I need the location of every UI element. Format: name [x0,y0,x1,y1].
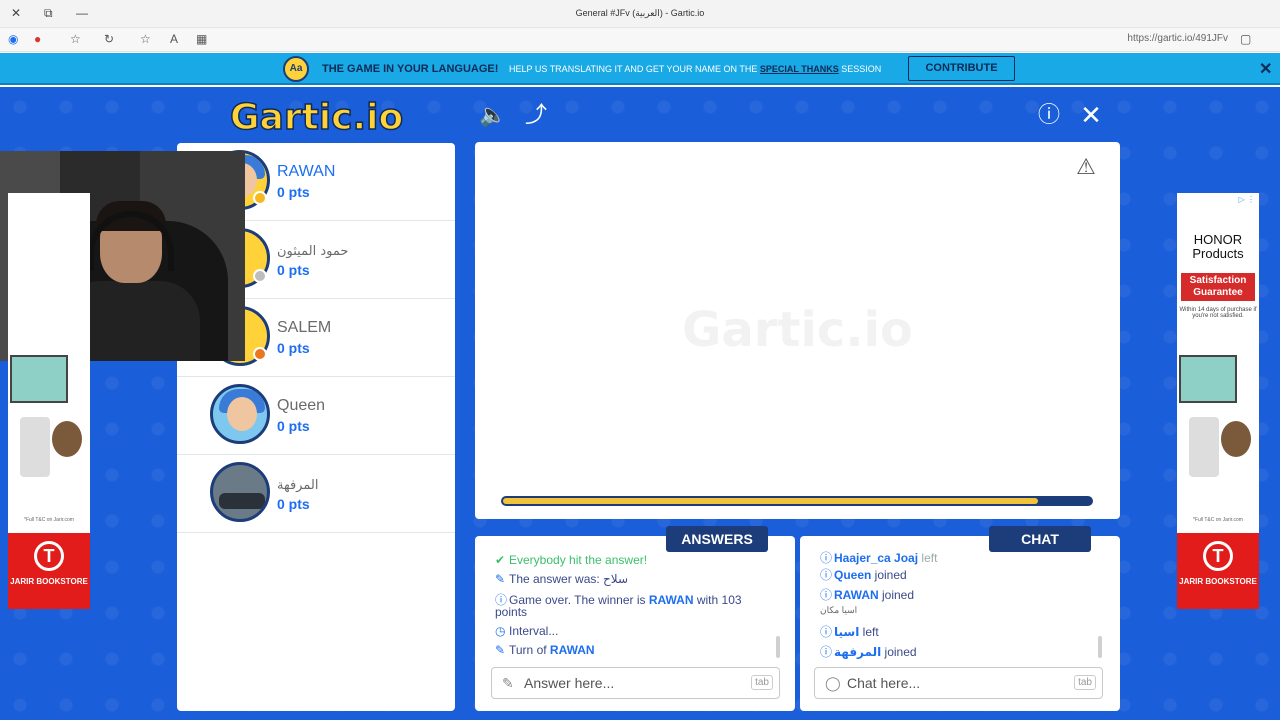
player-status-dot [253,269,267,283]
timer-fill [503,498,1038,504]
left-ad[interactable]: *Full T&C on Jarir.com T JARIR BOOKSTORE [8,193,90,609]
clock-icon: ◷ [495,624,506,638]
chat-bubble-icon: ◯ [825,675,841,691]
avatar [210,384,270,444]
answers-tab: ANSWERS [666,526,768,552]
phone-image [20,417,50,477]
player-name: المرفهة [277,478,319,493]
chat-message: ⓘ Queen joined [820,568,907,582]
player-points: 0 pts [277,262,310,278]
chat-scrollbar[interactable] [1098,636,1102,658]
language-badge-icon: Aa [283,56,309,82]
player-status-dot [253,191,267,205]
watch-image [52,421,82,457]
info-icon[interactable]: ⓘ [1035,101,1063,129]
pencil-icon: ✎ [495,643,506,657]
chat-message: ⓘ RAWAN joined [820,588,915,602]
edge-icon[interactable]: ◉ [8,32,18,46]
grid-icon[interactable]: ▦ [196,32,207,46]
translation-banner: Aa THE GAME IN YOUR LANGUAGE! HELP US TR… [0,53,1280,85]
answer-message: points [495,605,528,619]
bookmark-icon[interactable]: ☆ [140,32,151,46]
answer-message: ✎ Turn of RAWAN [495,643,595,657]
gartic-logo[interactable]: Gartic.io [229,96,404,139]
laptop-image [10,355,68,403]
window-title: General #JFv (العربية) - Gartic.io [575,8,705,18]
game-area: Gartic.io 🔈 ⤴ ⓘ ✕ RAWAN 0 pts حمود الميث… [0,87,1280,720]
answer-input[interactable] [524,672,724,694]
player-points: 0 pts [277,496,310,512]
jarir-logo: T JARIR BOOKSTORE [1177,533,1259,609]
close-game-icon[interactable]: ✕ [1077,101,1105,129]
avatar [210,462,270,522]
special-thanks-link[interactable]: SPECIAL THANKS [760,64,839,74]
pencil-icon: ✎ [502,675,514,691]
chat-input-box[interactable]: ◯ tab [814,667,1103,699]
player-name: حمود الميثون [277,244,349,259]
favorites-icon[interactable]: ☆ [70,32,81,46]
answer-input-box[interactable]: ✎ tab [491,667,780,699]
read-aloud-icon[interactable]: A [170,32,178,46]
info-icon: ⓘ [820,625,833,639]
contribute-button[interactable]: CONTRIBUTE [908,56,1015,81]
tab-key-hint: tab [1074,675,1096,690]
ad-fineprint: *Full T&C on Jarir.com [1193,517,1243,523]
adchoices-icon[interactable]: ▷ ⋮ [1239,195,1255,204]
player-name: Queen [277,397,326,414]
canvas-watermark: Gartic.io [682,302,913,358]
browser-titlebar: ✕ ⧉ — General #JFv (العربية) - Gartic.io [0,0,1280,28]
drawing-canvas[interactable]: Gartic.io ⚠ [475,142,1120,519]
chat-message: ⓘ اسيا left [820,625,879,639]
ad-fineprint: *Full T&C on Jarir.com [24,517,74,523]
chat-message: اسيا مكان [820,605,858,615]
info-icon: ⓘ [820,568,833,582]
player-row[interactable]: Queen 0 pts [177,377,455,455]
round-timer-bar [501,496,1093,506]
answer-message: ◷ Interval... [495,624,559,638]
answer-message: ⓘ Game over. The winner is RAWAN with 103 [495,593,742,607]
chat-message: ⓘ Haajer_ca Joaj left [820,551,938,565]
report-warning-icon[interactable]: ⚠ [1073,154,1099,180]
chat-tab: CHAT [989,526,1091,552]
answer-message: ✔ Everybody hit the answer! [495,553,648,567]
watch-image [1221,421,1251,457]
extension-icon[interactable]: ● [34,32,41,46]
info-icon: ⓘ [820,645,833,659]
phone-image [1189,417,1219,477]
right-ad[interactable]: ▷ ⋮ HONOR Products Satisfaction Guarantee… [1177,193,1259,609]
answers-panel: ANSWERS ✔ Everybody hit the answer! ✎ The … [475,526,795,711]
answer-message: ✎ The answer was: سلاح [495,572,629,586]
player-points: 0 pts [277,418,310,434]
address-bar[interactable]: https://gartic.io/491JFv [1127,33,1228,44]
answers-scrollbar[interactable] [776,636,780,658]
share-icon[interactable]: ⤴ [522,101,550,129]
player-points: 0 pts [277,340,310,356]
player-row[interactable]: المرفهة 0 pts [177,455,455,533]
guarantee-badge: Satisfaction Guarantee [1181,273,1255,301]
browser-toolbar: ◉ ● ☆ ↻ ☆ A ▦ https://gartic.io/491JFv ▢ [0,28,1280,52]
banner-headline: THE GAME IN YOUR LANGUAGE! [322,63,499,75]
lock-icon: ▢ [1240,32,1252,46]
player-name: RAWAN [277,163,336,180]
laptop-image [1179,355,1237,403]
refresh-icon[interactable]: ↻ [104,32,114,46]
tab-key-hint: tab [751,675,773,690]
player-name: SALEM [277,319,332,336]
banner-close-icon[interactable]: ✕ [1259,59,1272,79]
ad-title: HONOR Products [1192,232,1244,261]
player-points: 0 pts [277,184,310,200]
chat-panel: CHAT ⓘ Haajer_ca Joaj left ⓘ Queen joined … [800,526,1120,711]
pencil-icon: ✎ [495,572,506,586]
chat-message: ⓘ المرفهة joined [820,645,917,659]
chat-input[interactable] [847,672,1047,694]
sound-icon[interactable]: 🔈 [479,101,507,129]
info-icon: ⓘ [820,588,833,602]
jarir-logo: T JARIR BOOKSTORE [8,533,90,609]
info-icon: ⓘ [820,551,833,565]
banner-text: HELP US TRANSLATING IT AND GET YOUR NAME… [509,64,882,74]
check-icon: ✔ [495,553,506,567]
player-status-dot [253,347,267,361]
ad-small-text: Within 14 days of purchase if you're not… [1179,307,1257,319]
